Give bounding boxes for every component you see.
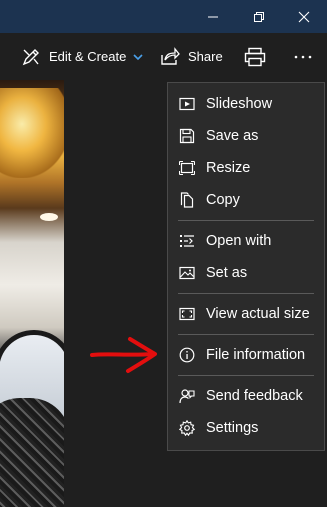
menu-item-save-as[interactable]: Save as — [168, 120, 324, 152]
share-icon — [161, 46, 180, 65]
more-icon — [294, 55, 312, 58]
annotation-arrow-icon — [90, 337, 157, 373]
menu-item-resize[interactable]: Resize — [168, 152, 324, 184]
close-button[interactable] — [281, 0, 327, 33]
menu-separator — [178, 293, 314, 294]
edit-create-icon — [22, 48, 39, 65]
menu-item-settings[interactable]: Settings — [168, 412, 324, 444]
resize-icon — [179, 160, 195, 176]
menu-item-label: Copy — [206, 192, 240, 208]
photo-lamp — [40, 213, 58, 221]
menu-item-label: Slideshow — [206, 96, 273, 112]
minimize-button[interactable] — [190, 0, 236, 33]
print-icon — [244, 47, 266, 66]
menu-separator — [178, 375, 314, 376]
menu-item-label: View actual size — [206, 306, 310, 322]
chevron-down-icon — [133, 53, 143, 60]
more-options-menu: Slideshow Save as Resize Copy Open with … — [167, 82, 325, 451]
toolbar: Edit & Create Share — [0, 33, 327, 80]
menu-item-label: Resize — [206, 160, 251, 176]
open-with-icon — [179, 233, 195, 249]
menu-separator — [178, 220, 314, 221]
edit-create-label: Edit & Create — [49, 49, 127, 64]
minimize-icon — [208, 16, 218, 17]
share-button[interactable]: Share — [160, 33, 223, 80]
save-icon — [179, 128, 195, 144]
photo-foreground — [0, 398, 64, 507]
menu-item-label: Save as — [206, 128, 259, 144]
menu-item-label: Send feedback — [206, 388, 303, 404]
restore-icon — [254, 11, 264, 22]
copy-icon — [179, 192, 195, 208]
menu-item-open-with[interactable]: Open with — [168, 225, 324, 257]
title-bar — [0, 0, 327, 33]
feedback-icon — [179, 388, 195, 404]
set-as-icon — [179, 265, 195, 281]
menu-item-label: Set as — [206, 265, 248, 281]
menu-item-label: Settings — [206, 420, 259, 436]
menu-item-view-actual-size[interactable]: View actual size — [168, 298, 324, 330]
settings-icon — [179, 420, 195, 436]
photo-canvas — [0, 80, 64, 507]
menu-item-send-feedback[interactable]: Send feedback — [168, 380, 324, 412]
menu-separator — [178, 334, 314, 335]
more-button[interactable] — [294, 33, 312, 80]
menu-item-file-information[interactable]: File information — [168, 339, 324, 371]
restore-button[interactable] — [236, 0, 282, 33]
close-icon — [298, 11, 310, 22]
info-icon — [179, 347, 195, 363]
menu-item-copy[interactable]: Copy — [168, 184, 324, 216]
edit-create-button[interactable]: Edit & Create — [21, 33, 143, 80]
menu-item-set-as[interactable]: Set as — [168, 257, 324, 289]
menu-item-label: Open with — [206, 233, 272, 249]
print-button[interactable] — [244, 33, 266, 80]
menu-item-slideshow[interactable]: Slideshow — [168, 88, 324, 120]
share-label: Share — [188, 49, 223, 64]
actual-size-icon — [179, 306, 195, 322]
photo-chandelier — [0, 88, 64, 178]
slideshow-icon — [179, 96, 195, 112]
menu-item-label: File information — [206, 347, 306, 363]
